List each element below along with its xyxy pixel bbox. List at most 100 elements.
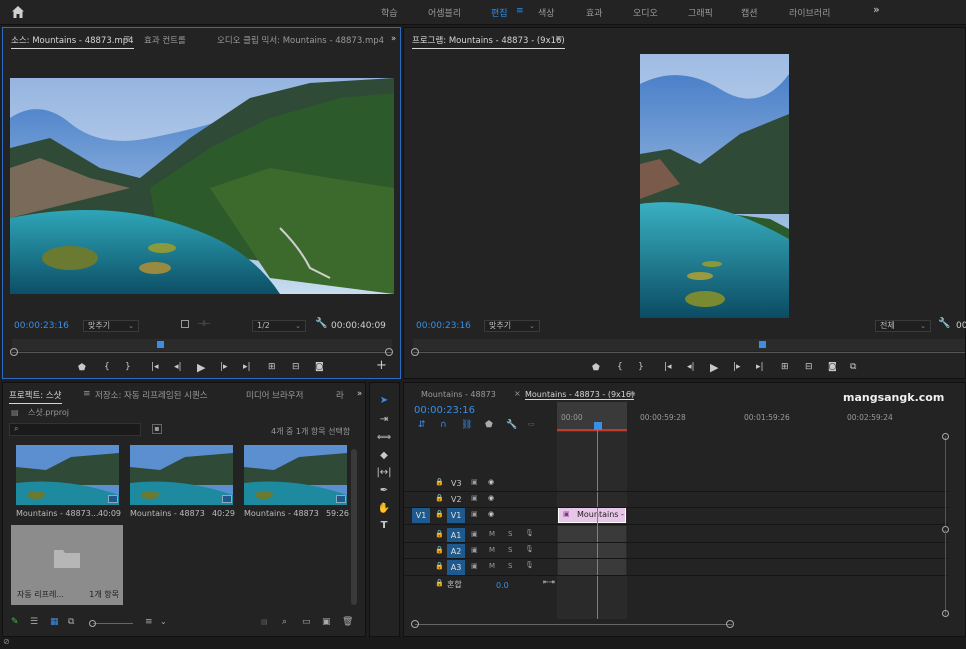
export-frame-icon[interactable]: ◙ [828, 362, 837, 372]
mark-in-icon[interactable]: { [617, 362, 623, 372]
lock-icon[interactable]: 🔒 [435, 478, 444, 486]
project-menu-icon[interactable]: ≡ [83, 389, 91, 399]
mute-button[interactable]: M [489, 530, 495, 538]
comparison-view-icon[interactable]: ⧉ [850, 362, 856, 372]
source-time-ruler[interactable] [12, 339, 392, 351]
sync-lock-icon[interactable]: ▣ [471, 494, 478, 502]
insert-icon[interactable]: ⊞ [268, 362, 276, 372]
timeline-playhead-line[interactable] [597, 430, 598, 619]
program-time-ruler[interactable] [413, 339, 965, 351]
program-fit-dropdown[interactable]: 맞추기 ⌄ [484, 320, 540, 332]
add-button[interactable]: + [376, 358, 387, 373]
sync-lock-icon[interactable]: ▣ [471, 478, 478, 486]
wrench-icon[interactable]: 🔧 [938, 318, 950, 329]
add-marker-icon[interactable]: ⬟ [592, 363, 600, 373]
zoom-slider[interactable] [93, 623, 133, 624]
workspace-libraries[interactable]: 라이브러리 [789, 6, 830, 19]
mute-button[interactable]: M [489, 562, 495, 570]
ripple-edit-tool-icon[interactable]: ⟺ [376, 432, 392, 446]
wrench-icon[interactable]: 🔧 [315, 318, 327, 329]
step-back-icon[interactable]: ◂| [174, 362, 182, 372]
track-a2-label[interactable]: A2 [447, 544, 465, 559]
microphone-icon[interactable]: 🎙 [525, 545, 534, 553]
captions-icon[interactable]: ▭ [528, 420, 535, 428]
tab-bin[interactable]: 저장소: 자동 리프레임된 시퀀스 [95, 389, 208, 401]
audio-track-scrollbar[interactable] [945, 530, 946, 615]
hand-tool-icon[interactable]: ✋ [376, 503, 392, 517]
step-forward-icon[interactable]: |▸ [220, 362, 228, 372]
source-overflow-icon[interactable]: » [391, 34, 396, 44]
new-bin-icon[interactable]: ▭ [302, 617, 311, 627]
play-icon[interactable]: ▶ [710, 361, 718, 374]
tab-libraries[interactable]: 라 [336, 389, 344, 401]
zoom-handle-left[interactable] [411, 620, 419, 628]
track-a3-label[interactable]: A3 [447, 560, 465, 575]
tab-sequence-2[interactable]: Mountains - 48873 - (9x16) [525, 390, 635, 400]
home-icon[interactable] [11, 5, 25, 19]
tab-source[interactable]: 소스: Mountains - 48873.mp4 [11, 34, 134, 49]
new-search-bin-icon[interactable]: ▪ [152, 424, 162, 434]
workspace-assembly[interactable]: 어셈블리 [428, 6, 461, 19]
tab-project[interactable]: 프로젝트: 스샷 [9, 389, 62, 404]
overwrite-icon[interactable]: ⊟ [292, 362, 300, 372]
track-a1-label[interactable]: A1 [447, 528, 465, 543]
find-icon[interactable]: ⌕ [282, 617, 287, 627]
step-back-icon[interactable]: ◂| [687, 362, 695, 372]
export-frame-icon[interactable]: ◙ [315, 362, 324, 372]
icon-view-icon[interactable]: ▦ [50, 617, 59, 627]
program-resolution-dropdown[interactable]: 전체 ⌄ [875, 320, 931, 332]
project-item[interactable]: Mountains - 48873... 40:09 [16, 445, 121, 519]
sync-lock-icon[interactable]: ▣ [471, 562, 478, 570]
go-to-in-icon[interactable]: |◂ [151, 362, 159, 372]
workspace-effects[interactable]: 효과 [586, 6, 603, 19]
tab-program[interactable]: 프로그램: Mountains - 48873 - (9x16) [412, 34, 565, 49]
linked-selection-icon[interactable]: ⛓ [461, 420, 472, 430]
sync-lock-icon[interactable]: ▣ [471, 530, 478, 538]
zoom-handle-right[interactable] [385, 348, 393, 356]
source-playhead[interactable] [157, 341, 164, 348]
track-v2-label[interactable]: V2 [451, 495, 462, 504]
eye-icon[interactable]: ◉ [488, 510, 494, 518]
track-v1-label[interactable]: V1 [447, 508, 465, 523]
trash-icon[interactable]: 🗑 [342, 617, 353, 627]
selection-tool-icon[interactable]: ➤ [376, 395, 392, 409]
source-playhead-timecode[interactable]: 00:00:23:16 [14, 321, 69, 331]
mix-volume-value[interactable]: 0.0 [496, 581, 509, 590]
lock-icon[interactable]: 🔒 [435, 546, 444, 554]
razor-tool-icon[interactable]: ◆ [376, 450, 392, 464]
lift-icon[interactable]: ⊞ [781, 362, 789, 372]
source-resolution-dropdown[interactable]: 1/2 ⌄ [252, 320, 306, 332]
eye-icon[interactable]: ◉ [488, 494, 494, 502]
microphone-icon[interactable]: 🎙 [525, 529, 534, 537]
chevron-down-icon[interactable]: ⌄ [160, 617, 167, 626]
zoom-handle-left[interactable] [411, 348, 419, 356]
timeline-clip[interactable]: ▣ Mountains - [558, 507, 626, 523]
go-to-in-icon[interactable]: |◂ [664, 362, 672, 372]
lock-icon[interactable]: 🔒 [435, 579, 444, 587]
zoom-handle-left[interactable] [10, 348, 18, 356]
workspace-audio[interactable]: 오디오 [633, 6, 658, 19]
safe-margins-icon[interactable] [181, 320, 189, 328]
add-marker-icon[interactable]: ⬟ [485, 420, 493, 430]
pen-tool-icon[interactable]: ✒ [376, 485, 392, 499]
track-select-tool-icon[interactable]: ⇥ [376, 414, 392, 428]
new-item-icon[interactable]: ▣ [322, 617, 331, 627]
automate-sequence-icon[interactable]: ▤ [261, 618, 268, 626]
mark-out-icon[interactable]: } [125, 362, 131, 372]
workspace-editing-menu-icon[interactable]: ≡ [516, 6, 524, 16]
tab-effect-controls[interactable]: 효과 컨트롤 [144, 34, 186, 46]
lock-icon[interactable]: 🔒 [435, 530, 444, 538]
workspace-captions[interactable]: 캡션 [741, 6, 758, 19]
project-item[interactable]: Mountains - 48873 59:26 [244, 445, 349, 519]
extract-icon[interactable]: ⊟ [805, 362, 813, 372]
timeline-zoom-bar[interactable] [415, 624, 732, 625]
project-scrollbar[interactable] [351, 449, 357, 605]
go-to-out-icon[interactable]: ▸| [756, 362, 764, 372]
close-tab-icon[interactable]: × [514, 389, 521, 398]
timeline-menu-icon[interactable]: ≡ [629, 389, 636, 398]
sync-lock-icon[interactable]: ▣ [471, 510, 478, 518]
timeline-playhead-handle[interactable] [594, 422, 602, 430]
list-view-icon[interactable]: ☰ [30, 617, 38, 627]
zoom-slider-handle[interactable] [89, 620, 96, 627]
solo-button[interactable]: S [508, 562, 512, 570]
